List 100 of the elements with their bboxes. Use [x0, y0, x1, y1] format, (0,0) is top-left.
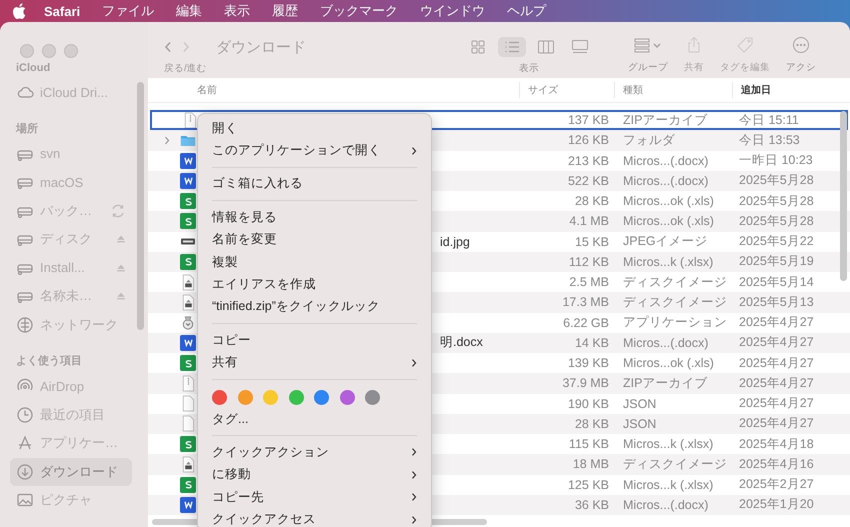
spreadsheet-icon [180, 193, 196, 210]
table-cell-text: Micros...k (.xlsx) [622, 478, 714, 492]
table-cell-text: 36 KB [574, 498, 610, 512]
more-icon[interactable] [792, 36, 810, 54]
menu-item[interactable]: 編集 [176, 2, 202, 20]
tag-dot[interactable] [365, 390, 380, 405]
eject-icon[interactable] [116, 262, 126, 273]
column-header[interactable]: 名前 [148, 82, 520, 98]
table-cell-text: 115 KB [568, 437, 610, 452]
spreadsheet-icon [180, 254, 196, 270]
menu-item[interactable]: コピー [198, 329, 431, 352]
eject-icon[interactable] [116, 291, 126, 302]
table-cell-text: 112 KB [568, 254, 610, 269]
tag-dot[interactable] [340, 390, 354, 405]
chevron-right-icon [411, 492, 417, 502]
tag-dot[interactable] [212, 390, 227, 405]
spreadsheet-icon [180, 355, 196, 372]
table-cell-text: Micros...k (.xlsx) [622, 254, 714, 269]
menu-item[interactable]: 名前を変更 [198, 228, 431, 251]
tag-dot[interactable] [288, 390, 304, 405]
menu-item[interactable]: このアプリケーションで開く [198, 139, 431, 162]
table-cell-text: 522 KB [566, 174, 610, 188]
window-control[interactable] [64, 44, 78, 58]
menu-item[interactable]: コピー先 [198, 486, 431, 508]
apple-logo-icon[interactable] [12, 3, 26, 19]
menu-item[interactable]: ウインドウ [420, 2, 486, 20]
table-cell-text: 2025年5月14 [738, 274, 815, 291]
table-cell-text: 2025年4月27 [738, 314, 815, 332]
menu-item[interactable]: 開く [198, 117, 431, 140]
column-header[interactable]: サイズ [520, 82, 615, 98]
window-control[interactable] [42, 44, 56, 58]
table-cell-text: 28 KB [574, 416, 610, 431]
menu-item[interactable]: 共有 [198, 352, 431, 374]
zip-file-icon [182, 112, 198, 129]
disk-image-icon [180, 274, 196, 291]
table-cell-text: 2025年4月16 [738, 456, 815, 473]
scrollbar[interactable] [840, 111, 847, 281]
menu-item[interactable]: Safari [44, 4, 80, 18]
table-cell-text: 2025年2月27 [738, 476, 815, 494]
tag-icon [736, 36, 754, 54]
table-cell-text: JPEGイメージ [622, 233, 709, 250]
menu-item[interactable]: 情報を見る [198, 206, 431, 229]
toolbar-label: 共有 [684, 61, 704, 74]
table-cell: 明.docx [440, 334, 483, 352]
zip-file-icon [180, 374, 196, 392]
table-cell-text: 2025年4月27 [738, 395, 815, 412]
table-cell-text: Micros...(.docx) [622, 336, 710, 350]
table-cell-text: 2025年5月28 [738, 192, 815, 210]
table-cell-text: 14 KB [574, 336, 610, 350]
menu-item[interactable]: ヘルプ [507, 2, 546, 20]
table-cell-text: Micros...(.docx) [622, 498, 710, 512]
menu-item[interactable]: タグ... [198, 408, 431, 430]
column-header[interactable]: 種類 [615, 82, 733, 98]
table-cell-text: 今日 15:11 [738, 112, 800, 129]
group-icon[interactable] [633, 36, 663, 54]
menu-item[interactable]: 表示 [224, 2, 250, 20]
menu-item[interactable]: クイックアクセス [198, 508, 431, 527]
table-cell-text: 2025年5月13 [738, 294, 815, 311]
tag-dot[interactable] [238, 390, 252, 405]
table-cell-text: 139 KB [566, 356, 610, 370]
spreadsheet-icon [180, 213, 196, 230]
word-document-icon [180, 152, 196, 169]
table-cell-text: ZIPアーカイブ [622, 374, 708, 392]
list-view-button[interactable] [498, 37, 526, 57]
grid-icon [469, 38, 487, 56]
table-cell-text: 125 KB [566, 478, 610, 492]
columns-icon [537, 38, 555, 56]
sidebar-section-title: iCloud [15, 61, 52, 76]
table-cell-text: Micros...k (.xlsx) [622, 437, 714, 452]
menu-item[interactable]: エイリアスを作成 [198, 273, 431, 296]
menu-item[interactable]: 複製 [198, 250, 431, 274]
table-cell-text: JSON [622, 416, 658, 431]
scrollbar[interactable] [137, 82, 144, 330]
table-cell-text: 28 KB [574, 194, 610, 208]
column-header[interactable]: 追加日 [733, 82, 833, 98]
menu-item[interactable]: に移動 [198, 464, 431, 486]
menu-item[interactable]: “tinified.zip”をクイックルック [198, 296, 431, 318]
menu-item[interactable]: 履歴 [272, 2, 298, 20]
menu-item[interactable]: ブックマーク [320, 2, 398, 20]
table-cell-text: 2.5 MB [568, 275, 610, 290]
menu-item[interactable]: ファイル [102, 2, 154, 20]
table-cell-text: 37.9 MB [561, 376, 610, 390]
menu-item[interactable]: クイックアクション [198, 441, 431, 464]
chevron-right-icon [411, 358, 417, 368]
eject-icon[interactable] [116, 234, 126, 244]
menu-item[interactable]: ゴミ箱に入れる [198, 172, 431, 196]
window-control[interactable] [20, 44, 34, 58]
chevron-right-icon [411, 470, 417, 480]
tag-dot[interactable] [314, 390, 329, 405]
network-icon [16, 316, 34, 334]
chevron-right-icon [411, 514, 417, 525]
table-cell-text: JSON [622, 396, 658, 411]
table-cell-text: 6.22 GB [562, 316, 610, 330]
spreadsheet-icon [180, 476, 196, 493]
tag-dot[interactable] [263, 390, 278, 405]
table-cell-text: 2025年1月20 [738, 496, 815, 514]
toolbar-label: グループ [628, 61, 668, 74]
download-icon [16, 462, 34, 481]
table-cell-text: 2025年5月28 [738, 172, 815, 190]
back-icon [164, 41, 172, 53]
